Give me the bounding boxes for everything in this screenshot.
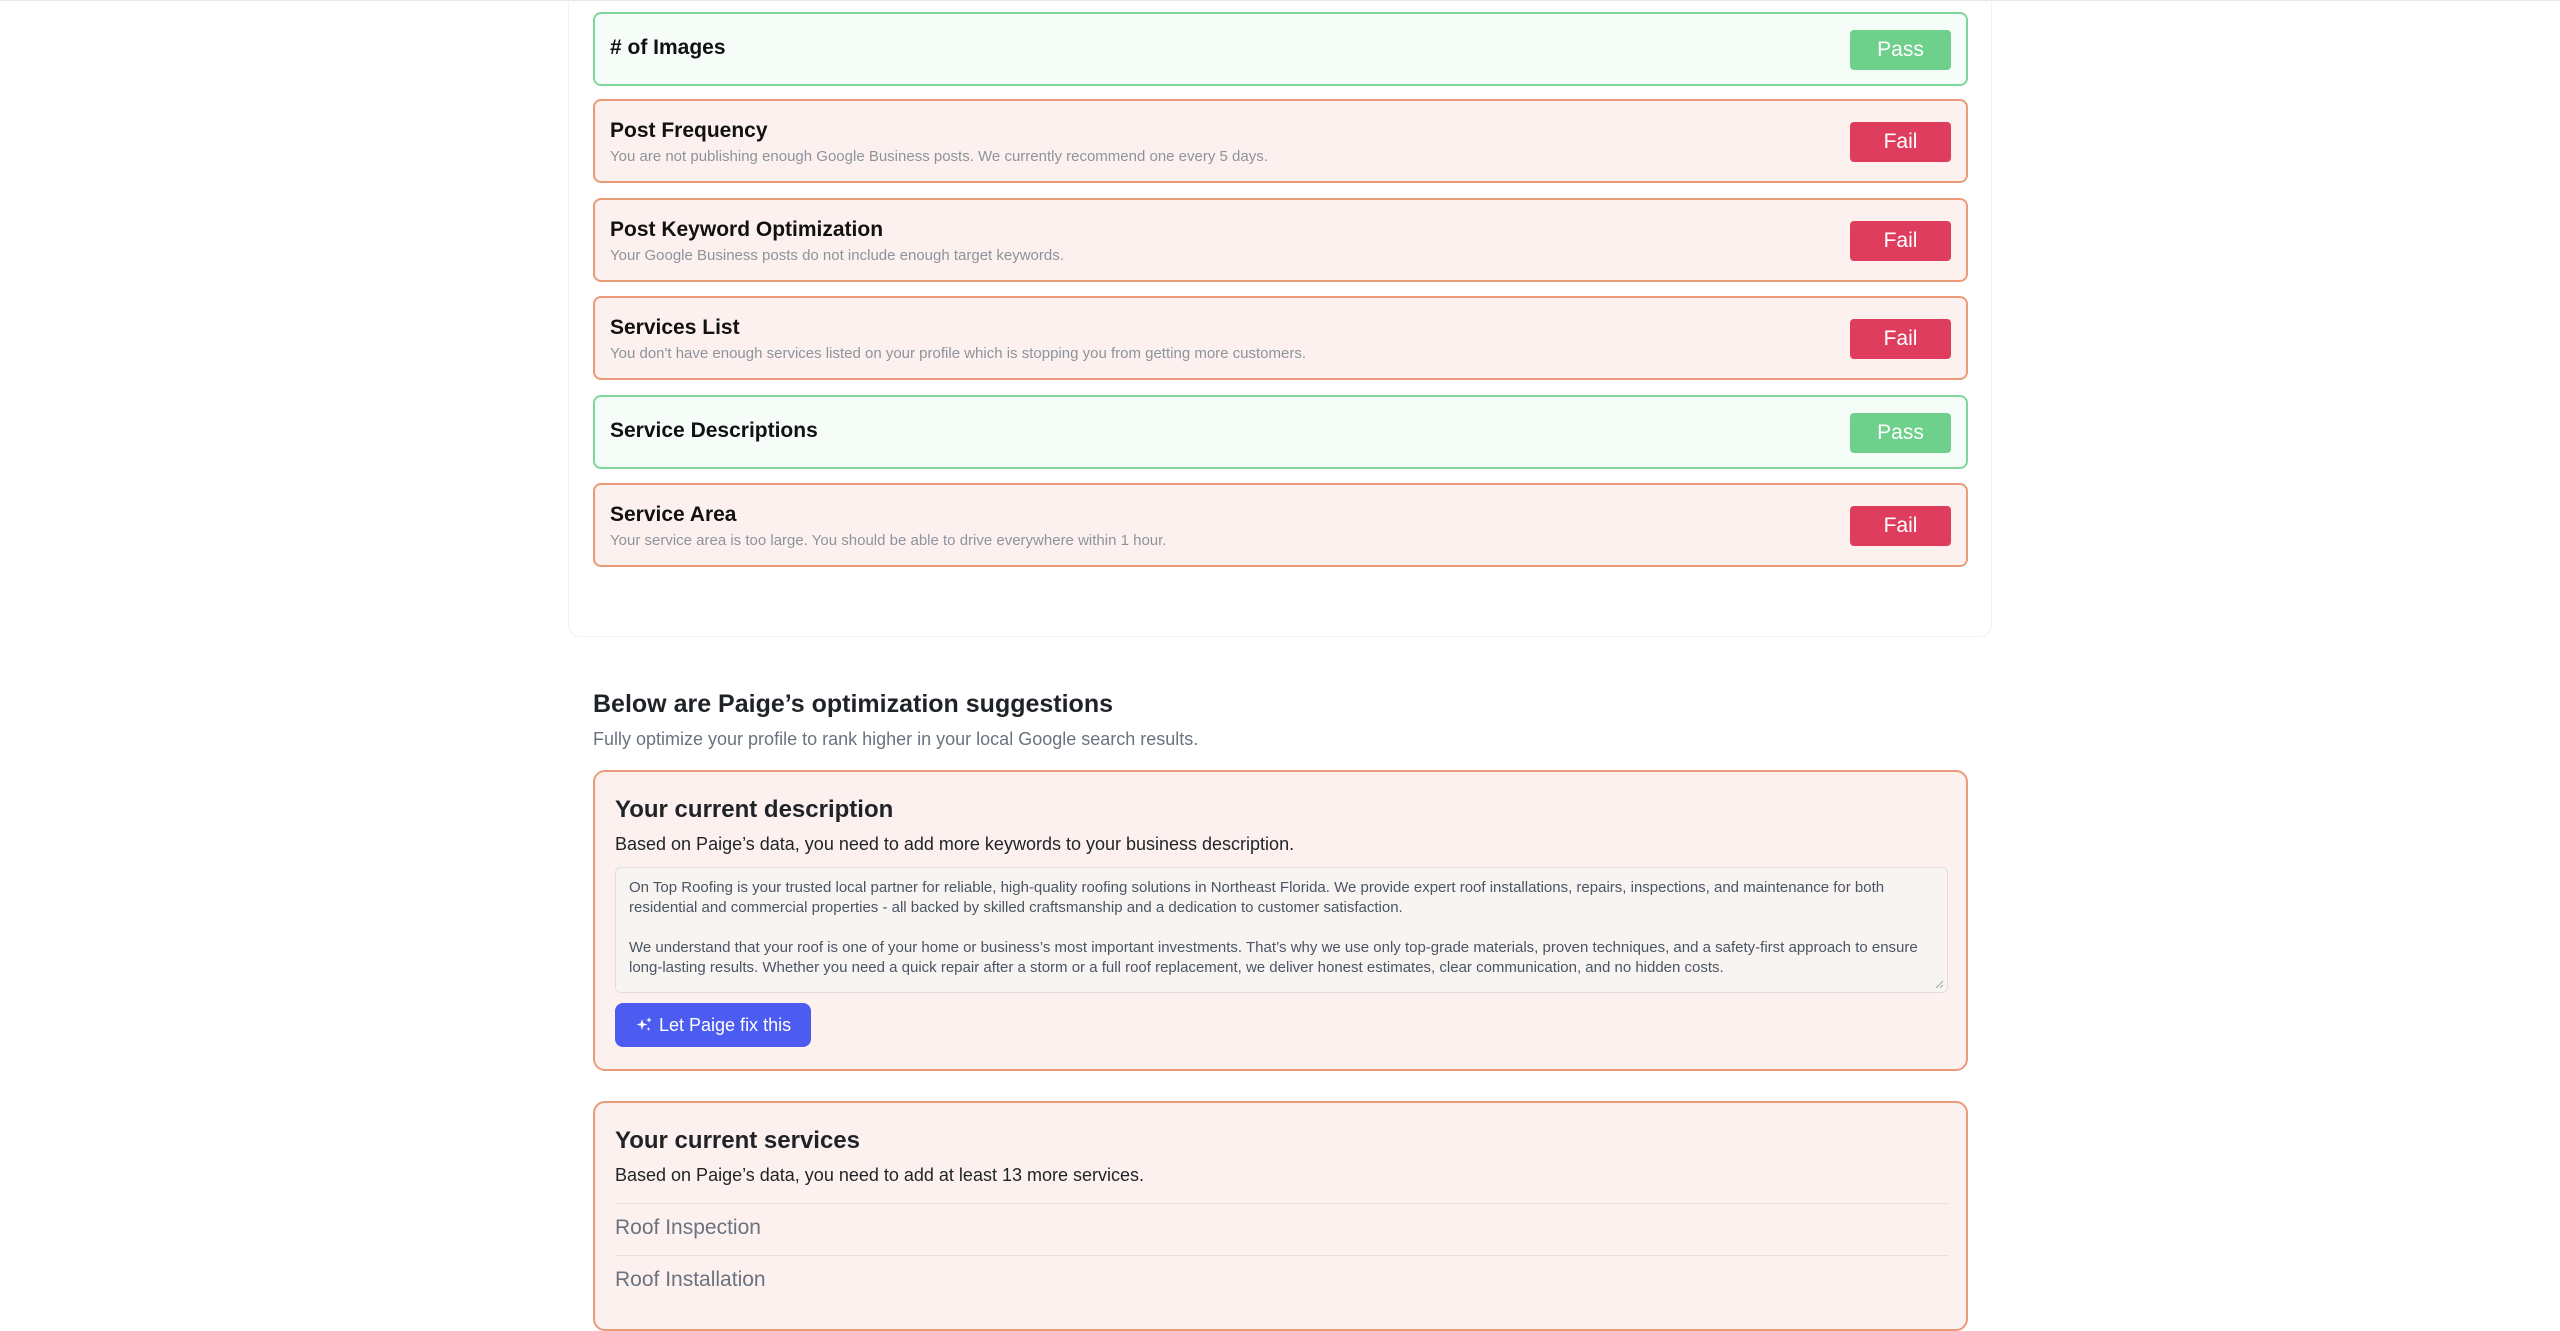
check-row-post-frequency: Post Frequency You are not publishing en…	[593, 99, 1968, 183]
check-description: Your Google Business posts do not includ…	[610, 247, 1064, 264]
resize-handle-icon[interactable]	[1935, 980, 1944, 989]
status-badge-fail: Fail	[1850, 319, 1951, 359]
status-badge-fail: Fail	[1850, 221, 1951, 261]
service-item: Roof Inspection	[615, 1203, 1948, 1240]
check-title: Post Keyword Optimization	[610, 218, 884, 241]
let-paige-fix-button[interactable]: Let Paige fix this	[615, 1003, 812, 1047]
suggestions-subtitle: Fully optimize your profile to rank high…	[593, 729, 1199, 749]
description-paragraph: We understand that your roof is one of y…	[629, 939, 1918, 976]
check-row-images: # of Images Pass	[593, 12, 1968, 86]
description-card: Your current description Based on Paige’…	[593, 770, 1968, 1071]
check-row-service-area: Service Area Your service area is too la…	[593, 483, 1968, 567]
check-title: Service Descriptions	[610, 419, 818, 442]
services-card: Your current services Based on Paige’s d…	[593, 1101, 1968, 1331]
check-description: Your service area is too large. You shou…	[610, 532, 1167, 549]
description-textarea[interactable]: On Top Roofing is your trusted local par…	[615, 867, 1948, 993]
description-card-title: Your current description	[615, 796, 894, 823]
check-row-service-descriptions: Service Descriptions Pass	[593, 395, 1968, 469]
check-description: You don't have enough services listed on…	[610, 345, 1307, 362]
check-title: # of Images	[610, 36, 726, 59]
check-row-post-keyword-optimization: Post Keyword Optimization Your Google Bu…	[593, 198, 1968, 282]
sparkle-icon	[636, 1017, 652, 1031]
status-badge-pass: Pass	[1850, 413, 1951, 453]
check-title: Services List	[610, 316, 740, 339]
service-item: Roof Installation	[615, 1255, 1948, 1292]
suggestions-title: Below are Paige’s optimization suggestio…	[593, 690, 1114, 718]
status-badge-fail: Fail	[1850, 506, 1951, 546]
services-card-title: Your current services	[615, 1127, 861, 1154]
services-card-text: Based on Paige’s data, you need to add a…	[615, 1165, 1145, 1185]
check-title: Post Frequency	[610, 119, 768, 142]
check-title: Service Area	[610, 503, 737, 526]
check-description: You are not publishing enough Google Bus…	[610, 148, 1268, 165]
check-row-services-list: Services List You don't have enough serv…	[593, 296, 1968, 380]
description-paragraph: On Top Roofing is your trusted local par…	[629, 879, 1885, 916]
status-badge-pass: Pass	[1850, 30, 1951, 70]
fix-button-label: Let Paige fix this	[659, 1015, 792, 1035]
status-badge-fail: Fail	[1850, 122, 1951, 162]
description-card-text: Based on Paige’s data, you need to add m…	[615, 834, 1295, 854]
